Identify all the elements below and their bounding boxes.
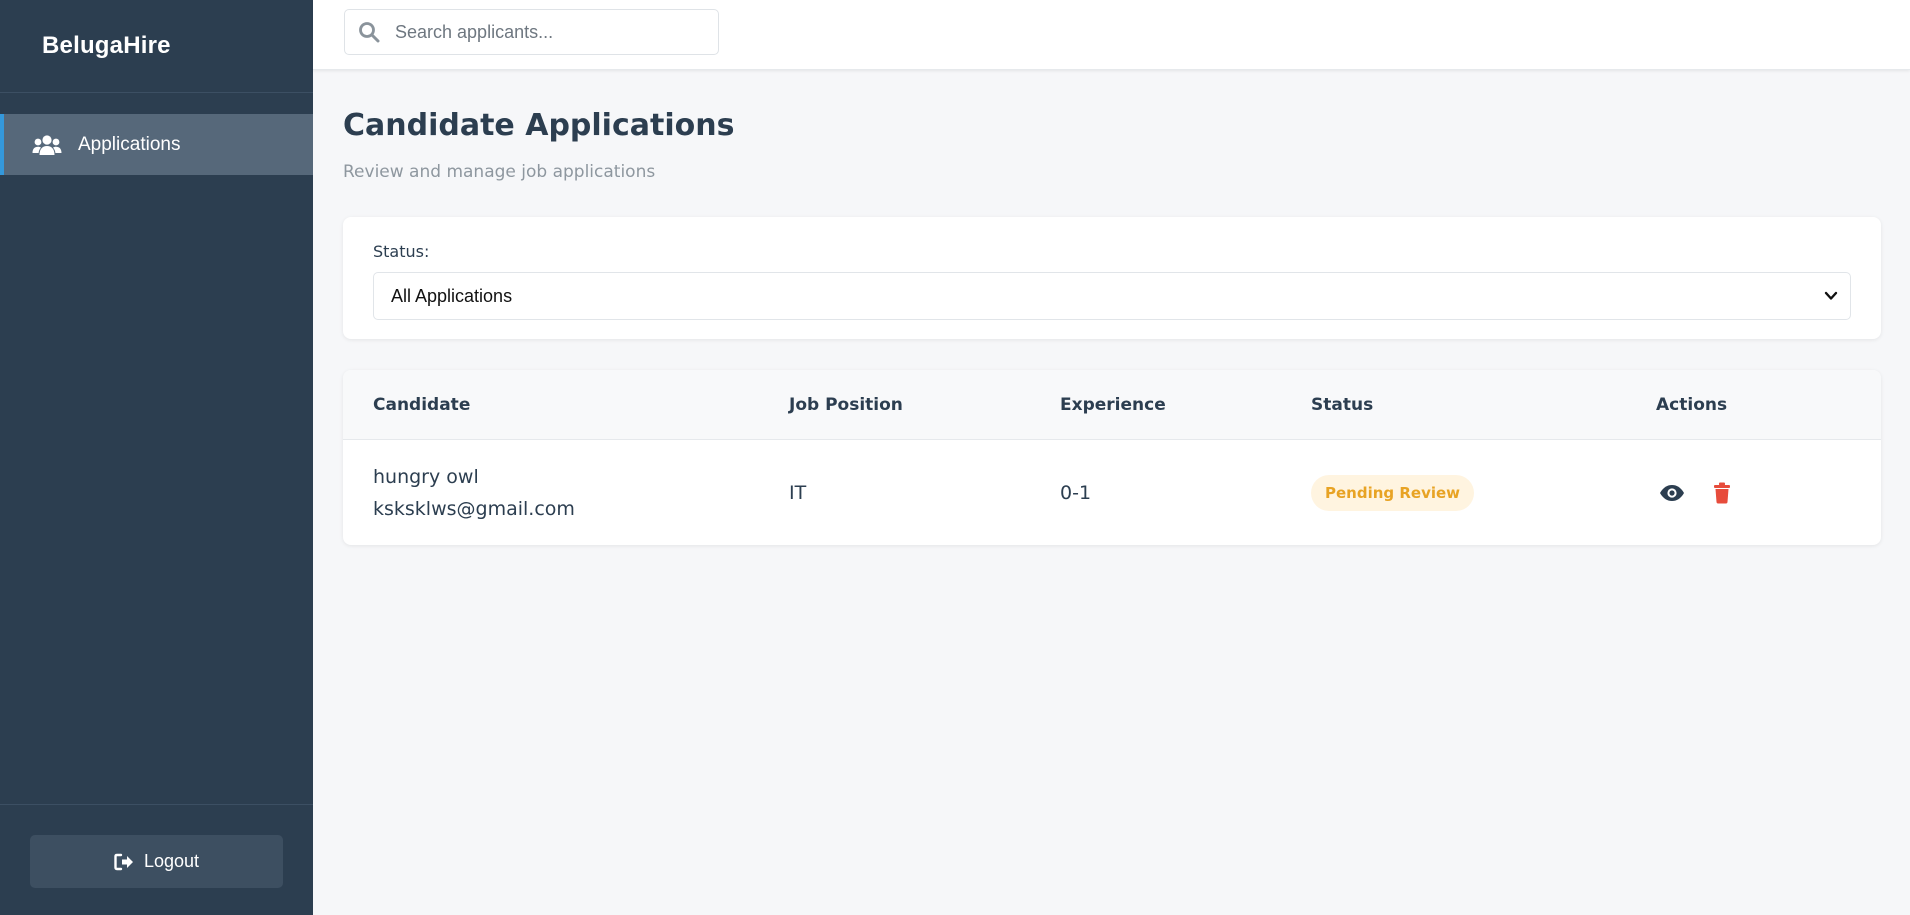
header-experience: Experience (1060, 395, 1166, 415)
page-title: Candidate Applications (343, 108, 735, 143)
sidebar: BelugaHire Applications Logout (0, 0, 313, 915)
header-candidate: Candidate (373, 395, 471, 415)
sign-out-icon (114, 853, 134, 871)
brand-logo: BelugaHire (0, 0, 313, 93)
header-job-position: Job Position (789, 395, 903, 415)
filter-card: Status: All Applications (343, 217, 1881, 339)
search-icon (358, 21, 380, 43)
job-position-cell: IT (789, 481, 807, 504)
search-input[interactable] (393, 20, 693, 44)
table-row: hungry owl ksksklws@gmail.com IT 0-1 Pen… (343, 440, 1881, 545)
status-filter-select[interactable]: All Applications (373, 272, 1851, 320)
candidate-name: hungry owl (373, 465, 479, 488)
chevron-down-icon (1824, 291, 1838, 301)
header-actions: Actions (1656, 395, 1728, 415)
delete-button[interactable] (1706, 477, 1738, 509)
applications-table: Candidate Job Position Experience Status… (343, 370, 1881, 545)
status-filter-label: Status: (373, 242, 430, 261)
actions-cell (1656, 440, 1738, 545)
header-status: Status (1311, 395, 1374, 415)
main-content: Candidate Applications Review and manage… (313, 70, 1910, 915)
sidebar-footer: Logout (0, 804, 313, 915)
eye-icon (1659, 484, 1685, 502)
trash-icon (1713, 482, 1731, 504)
topbar (313, 0, 1910, 70)
view-button[interactable] (1656, 477, 1688, 509)
status-badge: Pending Review (1311, 474, 1475, 511)
logout-button[interactable]: Logout (30, 835, 283, 888)
page-subtitle: Review and manage job applications (343, 162, 656, 182)
candidate-email: ksksklws@gmail.com (373, 497, 575, 520)
status-filter-value: All Applications (391, 285, 513, 306)
sidebar-item-label: Applications (78, 133, 181, 155)
experience-cell: 0-1 (1060, 481, 1092, 504)
status-cell: Pending Review (1311, 440, 1475, 545)
sidebar-item-applications[interactable]: Applications (0, 114, 313, 175)
table-header: Candidate Job Position Experience Status… (343, 370, 1881, 440)
search-box[interactable] (344, 9, 719, 55)
users-icon (32, 134, 62, 156)
logout-label: Logout (143, 851, 200, 871)
candidate-cell: hungry owl ksksklws@gmail.com (373, 440, 575, 545)
